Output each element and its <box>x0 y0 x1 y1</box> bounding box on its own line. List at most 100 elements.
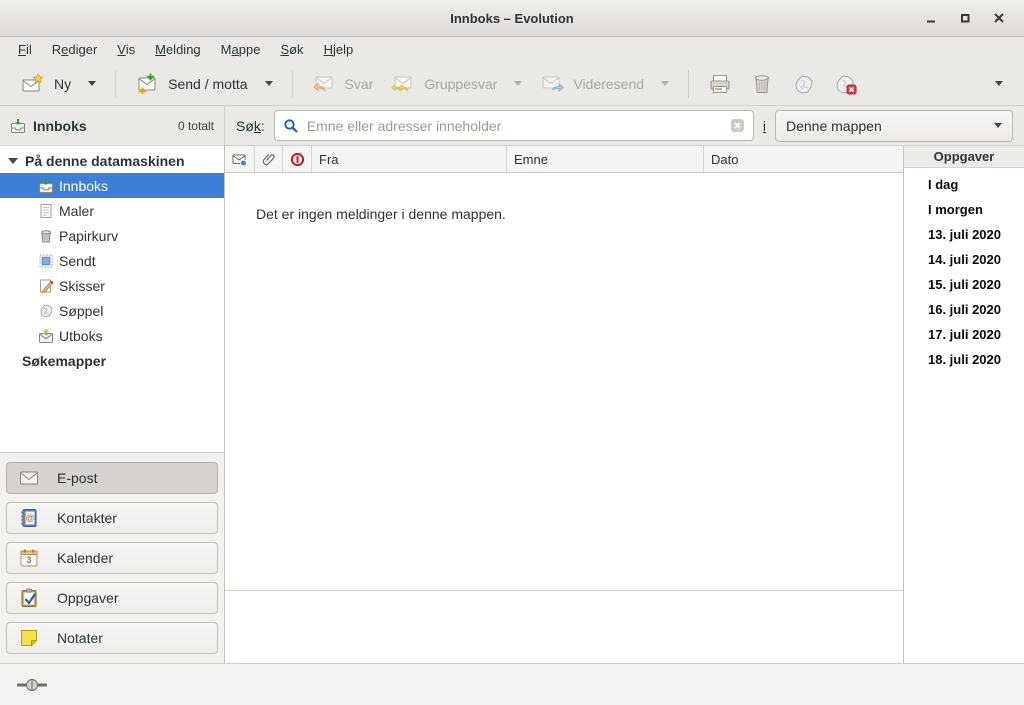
svg-text:3: 3 <box>26 555 31 565</box>
folder-maler[interactable]: Maler <box>0 198 224 223</box>
group-reply-dropdown-icon[interactable] <box>514 81 522 86</box>
inbox-icon <box>38 178 54 194</box>
search-icon <box>283 118 299 134</box>
folder-tree: På denne datamaskinen Innboks <box>0 146 224 452</box>
switcher-memos-button[interactable]: Notater <box>6 622 218 654</box>
new-message-label: Ny <box>54 76 71 92</box>
minimize-button[interactable] <box>922 9 940 27</box>
junk-folder-icon <box>38 303 54 319</box>
folder-skisser[interactable]: Skisser <box>0 273 224 298</box>
tree-root-on-this-computer[interactable]: På denne datamaskinen <box>0 148 224 173</box>
folder-utboks[interactable]: Utboks <box>0 323 224 348</box>
column-read-status[interactable] <box>225 146 255 172</box>
folder-label: Maler <box>59 203 94 219</box>
menu-sok[interactable]: Søk <box>270 38 313 61</box>
online-status-plug-icon <box>16 678 48 692</box>
search-scope-combo[interactable]: Denne mappen <box>775 110 1013 142</box>
folder-label: Innboks <box>59 178 108 194</box>
search-controls: Søk: i Denne mappen <box>225 106 1024 145</box>
maximize-button[interactable] <box>956 9 974 27</box>
switcher-contacts-button[interactable]: @ Kontakter <box>6 502 218 534</box>
task-group-label[interactable]: I morgen <box>928 197 1024 222</box>
folder-label: Skisser <box>59 278 105 294</box>
menu-mappe[interactable]: Mappe <box>211 38 271 61</box>
forward-dropdown-icon[interactable] <box>661 81 669 86</box>
online-status-button[interactable] <box>16 678 48 692</box>
memos-icon <box>19 628 39 648</box>
search-bar: Innboks 0 totalt Søk: i Denne mappen <box>0 106 1024 146</box>
toolbar-separator <box>688 70 689 98</box>
switcher-mail-button[interactable]: E-post <box>6 462 218 494</box>
send-receive-dropdown-icon[interactable] <box>265 81 273 86</box>
task-group-label[interactable]: I dag <box>928 172 1024 197</box>
folder-label: Sendt <box>59 253 96 269</box>
task-group-label[interactable]: 14. juli 2020 <box>928 247 1024 272</box>
sent-icon <box>38 253 54 269</box>
menu-hjelp[interactable]: Hjelp <box>314 38 364 61</box>
empty-folder-message: Det er ingen meldinger i denne mappen. <box>256 206 506 222</box>
menu-rediger[interactable]: Rediger <box>42 38 108 61</box>
send-receive-button[interactable]: Send / motta <box>126 67 281 101</box>
forward-label: Videresend <box>573 76 644 92</box>
column-attachment[interactable] <box>255 146 283 172</box>
delete-button[interactable] <box>741 67 783 101</box>
templates-icon <box>38 203 54 219</box>
main-content: På denne datamaskinen Innboks <box>0 146 1024 663</box>
switcher-tasks-button[interactable]: Oppgaver <box>6 582 218 614</box>
reply-button[interactable]: Svar <box>303 67 383 101</box>
column-emne[interactable]: Emne <box>507 146 704 172</box>
junk-button[interactable] <box>783 67 825 101</box>
menubar: Fil Rediger Vis Melding Mappe Søk Hjelp <box>0 37 1024 62</box>
not-junk-icon <box>834 72 858 96</box>
menu-vis[interactable]: Vis <box>107 38 145 61</box>
column-fra[interactable]: Fra <box>312 146 507 172</box>
new-message-dropdown-icon[interactable] <box>88 81 96 86</box>
new-mail-icon <box>21 72 45 96</box>
group-reply-button[interactable]: Gruppesvar <box>382 67 531 101</box>
toolbar-overflow-button[interactable] <box>986 76 1012 91</box>
folder-label: Søppel <box>59 303 103 319</box>
mail-icon <box>19 468 39 488</box>
task-group-label[interactable]: 15. juli 2020 <box>928 272 1024 297</box>
task-group-label[interactable]: 18. juli 2020 <box>928 347 1024 372</box>
not-junk-button[interactable] <box>825 67 867 101</box>
task-group-label[interactable]: 17. juli 2020 <box>928 322 1024 347</box>
preview-pane <box>225 591 903 663</box>
folder-sendt[interactable]: Sendt <box>0 248 224 273</box>
window-controls <box>922 9 1024 27</box>
task-group-label[interactable]: 13. juli 2020 <box>928 222 1024 247</box>
search-input[interactable] <box>307 118 722 134</box>
current-folder-name: Innboks <box>33 118 87 134</box>
tree-root-search-folders[interactable]: Søkemapper <box>0 348 224 373</box>
outbox-icon <box>38 328 54 344</box>
clear-search-icon[interactable] <box>730 118 745 133</box>
message-list-body[interactable]: Det er ingen meldinger i denne mappen. <box>225 173 903 590</box>
folder-soppel[interactable]: Søppel <box>0 298 224 323</box>
send-receive-label: Send / motta <box>168 76 247 92</box>
search-field[interactable] <box>274 110 754 141</box>
column-priority[interactable] <box>283 146 312 172</box>
folder-innboks[interactable]: Innboks <box>0 173 224 198</box>
search-folders-label: Søkemapper <box>22 353 106 369</box>
switcher-label: Kalender <box>57 550 113 566</box>
print-button[interactable] <box>699 67 741 101</box>
contacts-icon: @ <box>19 508 39 528</box>
trash-icon <box>750 72 774 96</box>
view-switcher: E-post @ Kontakter <box>0 452 224 663</box>
inbox-icon <box>10 118 26 134</box>
maximize-icon <box>957 10 973 26</box>
new-message-button[interactable]: Ny <box>12 67 105 101</box>
calendar-icon: 3 <box>19 548 39 568</box>
evolution-window: Innboks – Evolution Fil Rediger Vis Meld… <box>0 0 1024 705</box>
expander-icon[interactable] <box>8 158 18 164</box>
column-dato[interactable]: Dato <box>704 146 903 172</box>
sidebar: På denne datamaskinen Innboks <box>0 146 225 663</box>
task-group-label[interactable]: 16. juli 2020 <box>928 297 1024 322</box>
switcher-calendar-button[interactable]: 3 Kalender <box>6 542 218 574</box>
close-button[interactable] <box>990 9 1008 27</box>
forward-button[interactable]: Videresend <box>531 67 678 101</box>
menu-melding[interactable]: Melding <box>145 38 211 61</box>
toolbar: Ny Send / motta Svar <box>0 62 1024 106</box>
folder-papirkurv[interactable]: Papirkurv <box>0 223 224 248</box>
menu-fil[interactable]: Fil <box>8 38 42 61</box>
